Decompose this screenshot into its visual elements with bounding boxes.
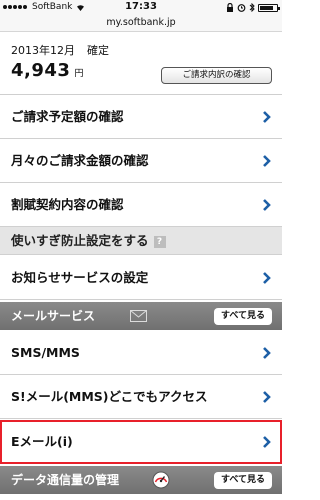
lock-rotation-icon <box>227 3 233 12</box>
bluetooth-icon <box>249 3 255 12</box>
menu-item-label: 割賦契約内容の確認 <box>11 197 124 212</box>
billing-amount-unit: 円 <box>74 69 84 79</box>
speedometer-icon <box>152 471 170 489</box>
menu-item-label: Eメール(i) <box>11 434 73 449</box>
overuse-setting-bar[interactable]: 使いすぎ防止設定をする? <box>0 227 282 255</box>
menu-item-label: S!メール(MMS)どこでもアクセス <box>11 389 208 404</box>
data-usage-header: データ通信量の管理 すべて見る <box>0 466 282 494</box>
chevron-right-icon <box>263 347 271 359</box>
menu-item-label: 月々のご請求金額の確認 <box>11 153 149 168</box>
menu-item-monthly[interactable]: 月々のご請求金額の確認 <box>0 139 282 183</box>
billing-amount-value: 4,943 <box>11 60 71 81</box>
billing-month: 2013年12月 <box>11 44 75 57</box>
menu-item-label: SMS/MMS <box>11 345 80 360</box>
battery-icon <box>258 3 280 12</box>
menu-item-installment[interactable]: 割賦契約内容の確認 <box>0 183 282 227</box>
data-usage-title: データ通信量の管理 <box>11 473 120 487</box>
menu-item-label: ご請求予定額の確認 <box>11 109 124 124</box>
alarm-icon <box>237 4 246 12</box>
help-icon[interactable]: ? <box>153 236 166 248</box>
mail-service-title: メールサービス <box>11 309 96 323</box>
billing-status: 確定 <box>87 44 109 57</box>
menu-item-label: お知らせサービスの設定 <box>11 270 149 285</box>
mail-item-sms-mms[interactable]: SMS/MMS <box>0 331 282 375</box>
chevron-right-icon <box>263 272 271 284</box>
billing-detail-button[interactable]: ご請求内訳の確認 <box>161 67 272 84</box>
mail-item-smail-access[interactable]: S!メール(MMS)どこでもアクセス <box>0 375 282 419</box>
mail-item-email-i[interactable]: Eメール(i) <box>0 420 282 464</box>
chevron-right-icon <box>263 199 271 211</box>
menu-item-notify[interactable]: お知らせサービスの設定 <box>0 256 282 300</box>
billing-amount: 4,943 円 <box>11 60 84 81</box>
mail-service-header: メールサービス すべて見る <box>0 302 282 330</box>
chevron-right-icon <box>263 391 271 403</box>
url-bar[interactable]: my.softbank.jp <box>0 16 282 32</box>
chevron-right-icon <box>263 111 271 123</box>
status-bar: SoftBank 17:33 <box>0 0 282 16</box>
mail-see-all-button[interactable]: すべて見る <box>214 308 272 325</box>
chevron-right-icon <box>263 436 271 448</box>
overuse-setting-label: 使いすぎ防止設定をする? <box>11 227 166 255</box>
overuse-setting-text: 使いすぎ防止設定をする <box>11 233 149 248</box>
data-see-all-button[interactable]: すべて見る <box>214 472 272 489</box>
billing-period: 2013年12月 確定 <box>11 42 121 58</box>
envelope-icon <box>130 310 147 322</box>
billing-summary: 2013年12月 確定 4,943 円 ご請求内訳の確認 <box>0 33 282 95</box>
status-icons <box>226 3 280 12</box>
chevron-right-icon <box>263 155 271 167</box>
menu-item-estimate[interactable]: ご請求予定額の確認 <box>0 95 282 139</box>
